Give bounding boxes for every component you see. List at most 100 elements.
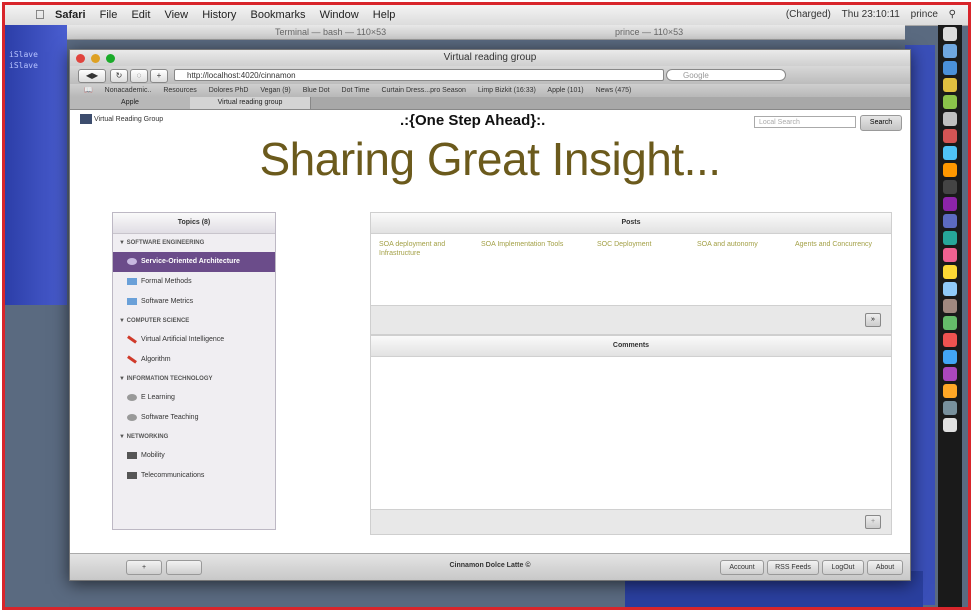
app-icon[interactable]: [943, 248, 957, 262]
network-icon: [127, 471, 137, 479]
topic-label: Software Metrics: [141, 298, 194, 305]
topic-mobility[interactable]: Mobility: [113, 446, 275, 466]
topic-label: E Learning: [141, 394, 175, 401]
search-button[interactable]: Search: [860, 115, 902, 131]
app-icon[interactable]: [943, 197, 957, 211]
local-search-input[interactable]: Local Search: [754, 116, 856, 128]
topic-virtual-artificial-intelligence[interactable]: Virtual Artificial Intelligence: [113, 330, 275, 350]
ichat-icon[interactable]: [943, 95, 957, 109]
tab-virtual-reading-group[interactable]: Virtual reading group: [190, 97, 311, 109]
post-link[interactable]: Agents and Concurrency: [795, 240, 891, 249]
google-search-field[interactable]: Google: [666, 69, 786, 81]
more-posts-button[interactable]: »: [865, 313, 881, 327]
post-link[interactable]: SOA deployment and Infrastructure: [379, 240, 469, 258]
bookmark-item[interactable]: News (475): [596, 87, 632, 94]
apple-menu-icon[interactable]: : [35, 7, 45, 22]
bookmark-item[interactable]: Resources: [163, 87, 196, 94]
app-icon[interactable]: [943, 282, 957, 296]
menu-help[interactable]: Help: [373, 9, 396, 21]
safari-icon[interactable]: [943, 61, 957, 75]
category-software-engineering[interactable]: ▼ SOFTWARE ENGINEERING: [113, 234, 275, 252]
bookmark-item[interactable]: Dolores PhD: [209, 87, 249, 94]
snapback-icon[interactable]: ◌: [130, 69, 148, 83]
account-button[interactable]: Account: [720, 560, 764, 575]
bookmark-item[interactable]: Dot Time: [342, 87, 370, 94]
back-forward-button[interactable]: ◀▶: [78, 69, 106, 83]
category-label: NETWORKING: [126, 434, 169, 440]
topic-algorithm[interactable]: Algorithm: [113, 350, 275, 370]
terminal-icon[interactable]: [943, 180, 957, 194]
category-computer-science[interactable]: ▼ COMPUTER SCIENCE: [113, 312, 275, 330]
bookmarks-icon[interactable]: 📖: [84, 87, 93, 94]
topic-e-learning[interactable]: E Learning: [113, 388, 275, 408]
add-comment-button[interactable]: +: [865, 515, 881, 529]
menu-file[interactable]: File: [100, 9, 118, 21]
app-icon[interactable]: [943, 265, 957, 279]
close-icon[interactable]: [76, 54, 85, 63]
firefox-icon[interactable]: [943, 163, 957, 177]
post-link[interactable]: SOA Implementation Tools: [481, 240, 581, 249]
menu-app-safari[interactable]: Safari: [55, 9, 86, 21]
battery-status[interactable]: (Charged): [786, 9, 831, 20]
app-icon[interactable]: [943, 350, 957, 364]
app-icon[interactable]: [943, 384, 957, 398]
topic-software-metrics[interactable]: Software Metrics: [113, 292, 275, 312]
window-titlebar[interactable]: Virtual reading group: [70, 50, 910, 66]
topic-label: Mobility: [141, 452, 165, 459]
category-information-technology[interactable]: ▼ INFORMATION TECHNOLOGY: [113, 370, 275, 388]
minimize-icon[interactable]: [90, 54, 100, 63]
finder-icon[interactable]: [943, 27, 957, 41]
dashboard-icon[interactable]: [943, 44, 957, 58]
topic-software-teaching[interactable]: Software Teaching: [113, 408, 275, 428]
zoom-icon[interactable]: [105, 54, 115, 63]
app-icon[interactable]: [943, 316, 957, 330]
menu-bookmarks[interactable]: Bookmarks: [250, 9, 305, 21]
topic-telecommunications[interactable]: Telecommunications: [113, 466, 275, 486]
spotlight-icon[interactable]: ⚲: [949, 9, 956, 20]
tab-bar: Apple Virtual reading group: [70, 97, 910, 110]
app-icon[interactable]: [943, 367, 957, 381]
menu-view[interactable]: View: [164, 9, 188, 21]
logout-button[interactable]: LogOut: [822, 560, 864, 575]
topics-panel: Topics (8) ▼ SOFTWARE ENGINEERING Servic…: [112, 212, 276, 530]
trash-icon[interactable]: [943, 418, 957, 432]
calendar-icon[interactable]: [943, 129, 957, 143]
tab-apple[interactable]: Apple: [70, 97, 191, 109]
about-button[interactable]: About: [867, 560, 903, 575]
mail-icon[interactable]: [943, 78, 957, 92]
user-name[interactable]: prince: [911, 9, 938, 20]
terminal-window[interactable]: iSlave iSlave: [5, 25, 67, 305]
menu-edit[interactable]: Edit: [131, 9, 150, 21]
page-footer: + Cinnamon Dolce Latte © Account RSS Fee…: [70, 553, 910, 580]
category-networking[interactable]: ▼ NETWORKING: [113, 428, 275, 446]
bookmark-item[interactable]: Apple (101): [547, 87, 583, 94]
menu-window[interactable]: Window: [320, 9, 359, 21]
post-link[interactable]: SOC Deployment: [597, 240, 677, 249]
xcode-icon[interactable]: [943, 214, 957, 228]
app-icon[interactable]: [943, 231, 957, 245]
preview-icon[interactable]: [943, 112, 957, 126]
bookmark-item[interactable]: Nonacademic..: [105, 87, 152, 94]
bookmark-item[interactable]: Curtain Dress...pro Season: [381, 87, 465, 94]
itunes-icon[interactable]: [943, 146, 957, 160]
site-slogan: .:{One Step Ahead}:.: [400, 112, 546, 129]
topic-service-oriented-architecture[interactable]: Service-Oriented Architecture: [113, 252, 275, 272]
menubar-status: (Charged) Thu 23:10:11 prince ⚲: [778, 9, 956, 20]
bookmark-item[interactable]: Vegan (9): [260, 87, 290, 94]
site-logo[interactable]: Virtual Reading Group: [80, 114, 163, 124]
bookmark-item[interactable]: Limp Bizkit (16:33): [478, 87, 536, 94]
app-icon[interactable]: [943, 401, 957, 415]
app-icon[interactable]: [943, 299, 957, 313]
menu-history[interactable]: History: [202, 9, 236, 21]
url-field[interactable]: http://localhost:4020/cinnamon: [174, 69, 664, 81]
post-link[interactable]: SOA and autonomy: [697, 240, 787, 249]
topic-formal-methods[interactable]: Formal Methods: [113, 272, 275, 292]
bookmark-item[interactable]: Blue Dot: [303, 87, 330, 94]
rss-feeds-button[interactable]: RSS Feeds: [767, 560, 819, 575]
pen-icon: [127, 355, 137, 364]
add-bookmark-icon[interactable]: +: [150, 69, 168, 83]
page-headline: Sharing Great Insight...: [259, 133, 721, 185]
app-icon[interactable]: [943, 333, 957, 347]
clock[interactable]: Thu 23:10:11: [842, 9, 900, 20]
reload-icon[interactable]: ↻: [110, 69, 128, 83]
